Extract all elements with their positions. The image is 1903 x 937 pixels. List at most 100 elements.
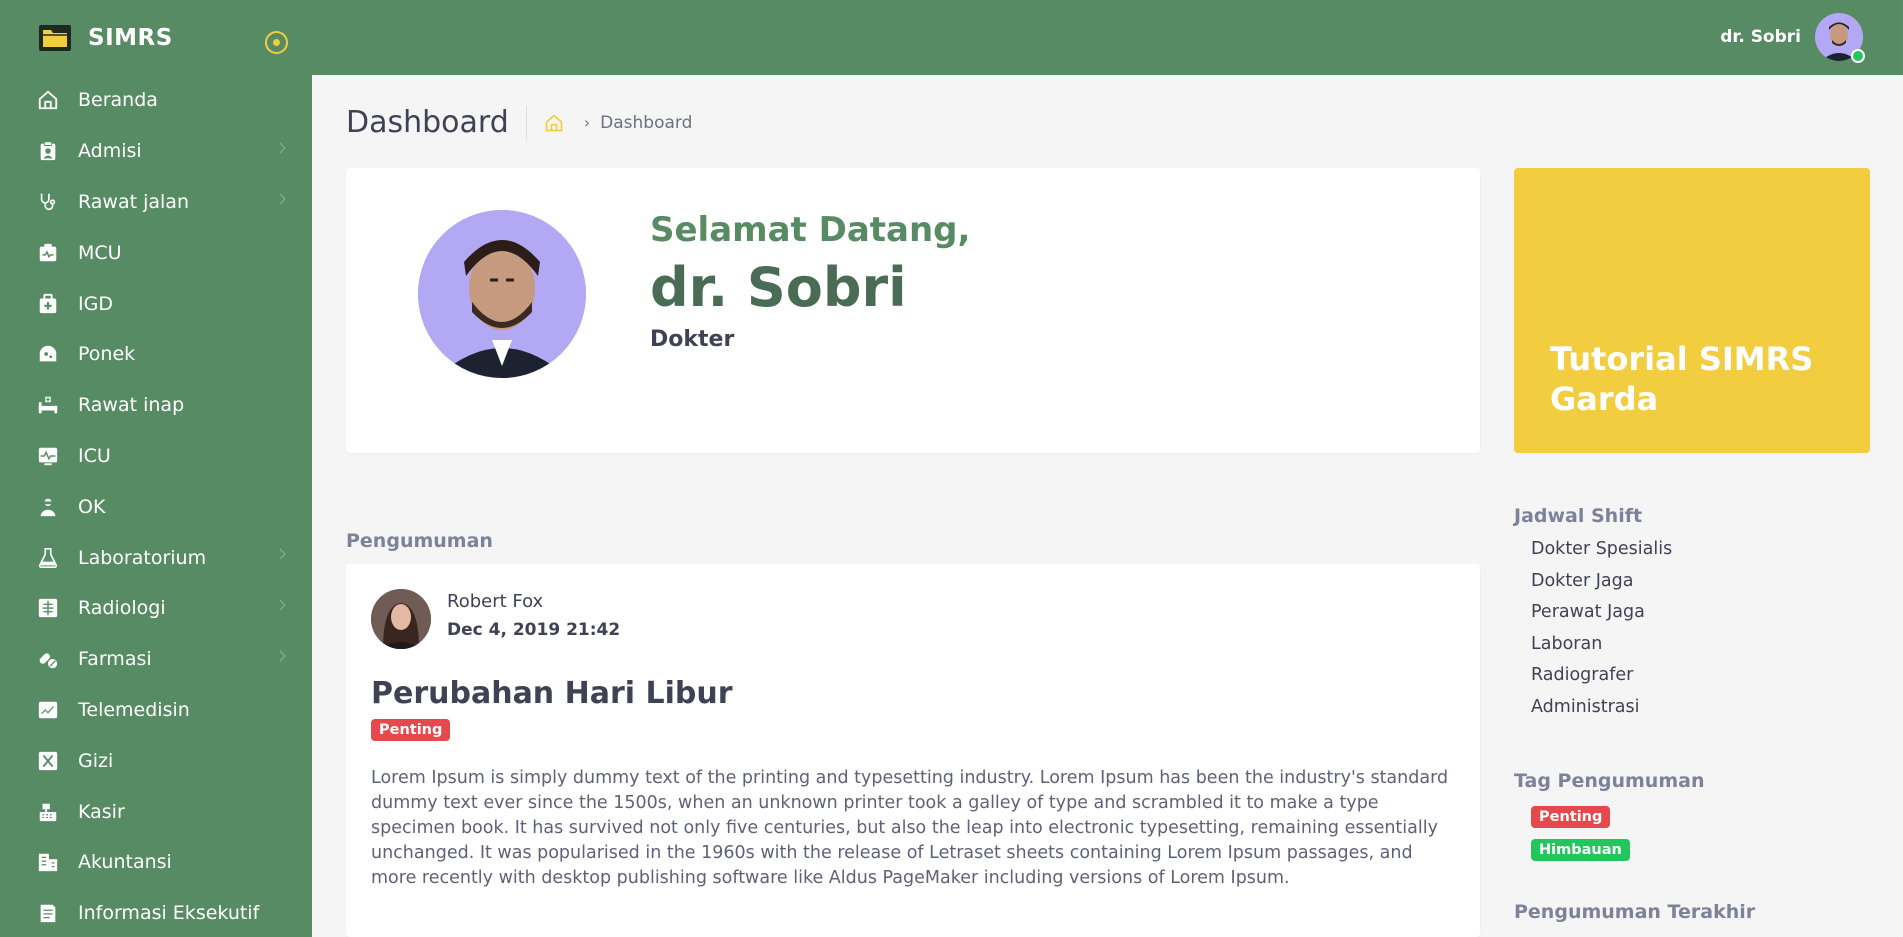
sidebar-item-label: Telemedisin: [78, 698, 190, 721]
sidebar-item-label: IGD: [78, 292, 113, 315]
sidebar-item-label: Beranda: [78, 89, 158, 112]
sidebar-item-laboratorium[interactable]: Laboratorium: [0, 532, 312, 583]
tutorial-title: Tutorial SIMRS Garda: [1550, 340, 1814, 418]
shift-link[interactable]: Dokter Jaga: [1531, 571, 1870, 603]
tag-list: Penting Himbauan: [1514, 806, 1870, 861]
first-aid-kit-icon: [36, 292, 60, 316]
user-menu[interactable]: dr. Sobri: [1720, 13, 1865, 63]
accounting-icon: [36, 850, 60, 874]
report-icon: [36, 901, 60, 925]
greeting-block: Selamat Datang, dr. Sobri Dokter: [650, 210, 970, 352]
sidebar-nav: Beranda Admisi Rawat jalan MCU IGD Ponek…: [0, 75, 312, 937]
breadcrumb: › Dashboard: [544, 113, 692, 133]
heart-monitor-icon: [36, 444, 60, 468]
sidebar-item-igd[interactable]: IGD: [0, 278, 312, 329]
right-column: Jadwal Shift Dokter Spesialis Dokter Jag…: [1514, 505, 1870, 923]
online-status-indicator: [1851, 49, 1865, 63]
medical-checkup-icon: [36, 241, 60, 265]
surgeon-icon: [36, 495, 60, 519]
shift-link[interactable]: Perawat Jaga: [1531, 602, 1870, 634]
sidebar-item-kasir[interactable]: Kasir: [0, 786, 312, 837]
sidebar-item-admisi[interactable]: Admisi: [0, 126, 312, 177]
chevron-right-icon: [274, 599, 286, 611]
sidebar-item-label: ICU: [78, 444, 111, 467]
sidebar-item-label: MCU: [78, 241, 122, 264]
sidebar-item-mcu[interactable]: MCU: [0, 227, 312, 278]
utensils-icon: [36, 749, 60, 773]
avatar[interactable]: [1815, 13, 1865, 63]
shift-link[interactable]: Administrasi: [1531, 697, 1870, 729]
home-icon: [36, 88, 60, 112]
sidebar-item-label: Rawat jalan: [78, 190, 189, 213]
sidebar-item-telemedisin[interactable]: Telemedisin: [0, 685, 312, 736]
announcement-tag-badge[interactable]: Penting: [371, 719, 451, 741]
sidebar-item-label: Gizi: [78, 749, 114, 772]
sidebar-item-gizi[interactable]: Gizi: [0, 735, 312, 786]
chevron-right-icon: [274, 142, 286, 154]
baby-care-icon: [36, 342, 60, 366]
sidebar-item-ponek[interactable]: Ponek: [0, 329, 312, 380]
tag-pengumuman-heading: Tag Pengumuman: [1514, 770, 1705, 792]
sidebar-item-label: Informasi Eksekutif: [78, 902, 260, 925]
hospital-bed-icon: [36, 393, 60, 417]
sidebar-item-label: Rawat inap: [78, 394, 185, 417]
top-header: dr. Sobri: [312, 0, 1903, 75]
sidebar-item-rawat-inap[interactable]: Rawat inap: [0, 380, 312, 431]
tutorial-card[interactable]: Tutorial SIMRS Garda: [1514, 168, 1870, 453]
announcement-author: Robert Fox: [447, 591, 544, 612]
jadwal-shift-heading: Jadwal Shift: [1514, 505, 1643, 527]
sidebar-item-label: Radiologi: [78, 597, 166, 620]
profile-photo: [418, 210, 586, 378]
stethoscope-icon: [36, 190, 60, 214]
brand: SIMRS: [0, 0, 312, 75]
shift-link[interactable]: Radiografer: [1531, 665, 1870, 697]
sidebar-item-ok[interactable]: OK: [0, 481, 312, 532]
welcome-card: Selamat Datang, dr. Sobri Dokter: [346, 168, 1480, 453]
sidebar-item-icu[interactable]: ICU: [0, 431, 312, 482]
breadcrumb-item[interactable]: Dashboard: [600, 113, 692, 133]
announcement-card: Robert Fox Dec 4, 2019 21:42 Perubahan H…: [346, 564, 1480, 937]
chevron-right-icon: [274, 192, 286, 205]
page-title: Dashboard: [346, 105, 509, 140]
app-name: SIMRS: [88, 24, 173, 51]
sidebar-item-beranda[interactable]: Beranda: [0, 75, 312, 126]
user-role: Dokter: [650, 327, 735, 352]
author-portrait-icon: [371, 589, 431, 649]
announcement-title[interactable]: Perubahan Hari Libur: [371, 676, 733, 711]
sidebar-item-label: Laboratorium: [78, 546, 207, 569]
pills-icon: [36, 647, 60, 671]
page-header: Dashboard › Dashboard: [346, 105, 692, 140]
clipboard-user-icon: [36, 139, 60, 163]
cash-register-icon: [36, 800, 60, 824]
sidebar-toggle-icon[interactable]: [265, 31, 288, 54]
sidebar-item-label: Farmasi: [78, 648, 152, 671]
shift-link[interactable]: Dokter Spesialis: [1531, 539, 1870, 571]
sidebar-item-radiologi[interactable]: Radiologi: [0, 583, 312, 634]
tag-badge-penting[interactable]: Penting: [1531, 806, 1611, 828]
jadwal-shift-list: Dokter Spesialis Dokter Jaga Perawat Jag…: [1514, 539, 1870, 728]
sidebar-item-akuntansi[interactable]: Akuntansi: [0, 837, 312, 888]
announcements-heading: Pengumuman: [346, 530, 493, 552]
xray-icon: [36, 596, 60, 620]
welcome-user-name: dr. Sobri: [650, 256, 907, 319]
chevron-right-icon: [274, 650, 286, 662]
sidebar-item-label: OK: [78, 495, 106, 518]
folder-logo-icon: [39, 24, 71, 51]
breadcrumb-home-icon[interactable]: [544, 113, 564, 133]
tag-badge-himbauan[interactable]: Himbauan: [1531, 839, 1630, 861]
announcement-tag-wrap: Penting: [371, 719, 451, 741]
shift-link[interactable]: Laboran: [1531, 634, 1870, 666]
flask-icon: [36, 546, 60, 570]
greeting-text: Selamat Datang,: [650, 210, 971, 250]
user-name: dr. Sobri: [1720, 27, 1801, 47]
pengumuman-terakhir-heading: Pengumuman Terakhir: [1514, 901, 1756, 923]
announcement-body: Lorem Ipsum is simply dummy text of the …: [371, 768, 1449, 888]
sidebar-item-rawat-jalan[interactable]: Rawat jalan: [0, 177, 312, 228]
sidebar-item-informasi-eksekutif[interactable]: Informasi Eksekutif: [0, 888, 312, 937]
sidebar-item-farmasi[interactable]: Farmasi: [0, 634, 312, 685]
doctor-portrait-icon: [418, 210, 586, 378]
title-divider: [525, 105, 527, 140]
breadcrumb-separator-icon: ›: [583, 113, 591, 132]
author-avatar: [371, 589, 431, 649]
sidebar-item-label: Kasir: [78, 800, 125, 823]
